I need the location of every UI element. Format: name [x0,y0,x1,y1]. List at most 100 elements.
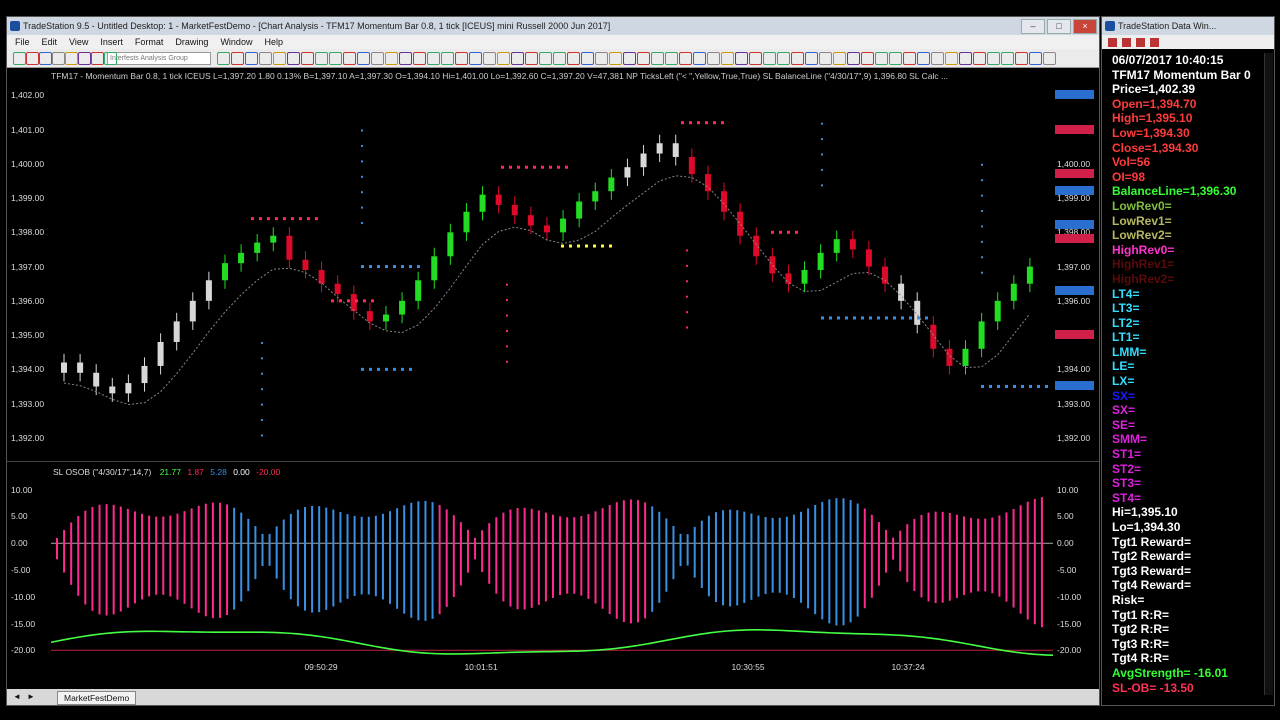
toolbar-button-icon[interactable] [1001,52,1014,65]
toolbar-button-icon[interactable] [483,52,496,65]
toolbar-button-icon[interactable] [889,52,902,65]
toolbar-button-icon[interactable] [693,52,706,65]
tab-scroll-right-icon[interactable]: ► [27,692,35,701]
toolbar-button-icon[interactable] [749,52,762,65]
toolbar-button-icon[interactable] [469,52,482,65]
menu-file[interactable]: File [15,35,30,49]
tab-scroll-left-icon[interactable]: ◄ [13,692,21,701]
menu-help[interactable]: Help [264,35,283,49]
minimize-button[interactable]: – [1021,19,1045,34]
vertical-dot [361,144,363,147]
toolbar-button-icon[interactable] [987,52,1000,65]
toolbar-button-icon[interactable] [104,52,117,65]
toolbar-button-icon[interactable] [539,52,552,65]
toolbar-button-icon[interactable] [973,52,986,65]
toolbar-button-icon[interactable] [917,52,930,65]
pane-separator[interactable] [7,461,1099,462]
osc-bar [70,522,73,585]
toolbar-button-icon[interactable] [791,52,804,65]
toolbar-button-icon[interactable] [945,52,958,65]
toolbar-button-icon[interactable] [1043,52,1056,65]
toolbar-button-icon[interactable] [875,52,888,65]
data-window-line: Tgt1 R:R= [1112,607,1169,622]
toolbar-button-icon[interactable] [231,52,244,65]
toolbar-button-icon[interactable] [245,52,258,65]
data-window-tool-icon[interactable] [1122,38,1131,47]
toolbar-button-icon[interactable] [595,52,608,65]
toolbar-button-icon[interactable] [329,52,342,65]
toolbar-button-icon[interactable] [511,52,524,65]
toolbar-button-icon[interactable] [315,52,328,65]
toolbar-button-icon[interactable] [455,52,468,65]
toolbar-button-icon[interactable] [13,52,26,65]
menu-view[interactable]: View [69,35,88,49]
toolbar-button-icon[interactable] [665,52,678,65]
toolbar-button-icon[interactable] [371,52,384,65]
menu-edit[interactable]: Edit [42,35,58,49]
toolbar-button-icon[interactable] [777,52,790,65]
osc-right-tick-label: -15.00 [1057,618,1082,629]
close-button[interactable]: × [1073,19,1097,34]
toolbar-button-icon[interactable] [217,52,230,65]
price-chart[interactable] [51,85,1053,455]
toolbar-button-icon[interactable] [763,52,776,65]
data-window-tool-icon[interactable] [1136,38,1145,47]
toolbar-button-icon[interactable] [65,52,78,65]
maximize-button[interactable]: □ [1047,19,1071,34]
toolbar-button-icon[interactable] [497,52,510,65]
menu-insert[interactable]: Insert [100,35,123,49]
toolbar-button-icon[interactable] [623,52,636,65]
analysis-group-dropdown[interactable]: Interfests Analysis Group [107,52,211,65]
toolbar-button-icon[interactable] [847,52,860,65]
toolbar-button-icon[interactable] [805,52,818,65]
osc-bar [792,514,795,599]
toolbar-button-icon[interactable] [385,52,398,65]
data-window-scrollbar[interactable] [1264,53,1273,695]
menu-format[interactable]: Format [135,35,164,49]
level-dot [371,299,374,303]
toolbar-button-icon[interactable] [1029,52,1042,65]
data-window-tool-icon[interactable] [1108,38,1117,47]
toolbar-button-icon[interactable] [259,52,272,65]
menu-drawing[interactable]: Drawing [175,35,208,49]
toolbar-button-icon[interactable] [609,52,622,65]
toolbar-button-icon[interactable] [567,52,580,65]
toolbar-button-icon[interactable] [735,52,748,65]
toolbar-button-icon[interactable] [39,52,52,65]
menu-window[interactable]: Window [220,35,252,49]
toolbar-button-icon[interactable] [52,52,65,65]
toolbar-button-icon[interactable] [441,52,454,65]
toolbar-button-icon[interactable] [525,52,538,65]
candle-body [141,365,148,384]
osc-bar [275,526,278,579]
toolbar-button-icon[interactable] [721,52,734,65]
toolbar-button-icon[interactable] [343,52,356,65]
toolbar-button-icon[interactable] [427,52,440,65]
toolbar-button-icon[interactable] [26,52,39,65]
tab-marketfestdemo[interactable]: MarketFestDemo [57,691,137,705]
toolbar-button-icon[interactable] [78,52,91,65]
toolbar-button-icon[interactable] [91,52,104,65]
toolbar-button-icon[interactable] [833,52,846,65]
toolbar-button-icon[interactable] [413,52,426,65]
toolbar-button-icon[interactable] [273,52,286,65]
toolbar-button-icon[interactable] [399,52,412,65]
toolbar-button-icon[interactable] [819,52,832,65]
toolbar-button-icon[interactable] [581,52,594,65]
toolbar-button-icon[interactable] [931,52,944,65]
toolbar-button-icon[interactable] [707,52,720,65]
osc-bar [431,502,434,619]
toolbar-button-icon[interactable] [553,52,566,65]
toolbar-button-icon[interactable] [679,52,692,65]
toolbar-button-icon[interactable] [357,52,370,65]
toolbar-button-icon[interactable] [287,52,300,65]
toolbar-button-icon[interactable] [903,52,916,65]
toolbar-button-icon[interactable] [637,52,650,65]
toolbar-button-icon[interactable] [301,52,314,65]
data-window-tool-icon[interactable] [1150,38,1159,47]
toolbar-button-icon[interactable] [959,52,972,65]
toolbar-button-icon[interactable] [651,52,664,65]
oscillator-chart[interactable] [51,479,1053,661]
toolbar-button-icon[interactable] [861,52,874,65]
toolbar-button-icon[interactable] [1015,52,1028,65]
